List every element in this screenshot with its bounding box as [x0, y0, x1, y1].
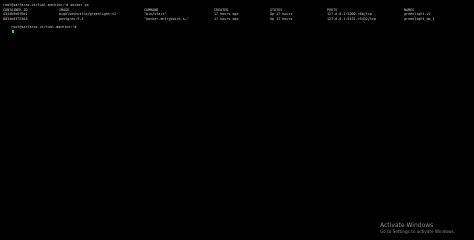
prompt: root@sarfaraz-virtual-machine:~#	[11, 25, 77, 30]
container-created: 17 hours ago	[214, 16, 239, 21]
container-command: "docker-entrypoint.s…"	[144, 16, 189, 21]
container-name: greenlight_db_1	[404, 16, 435, 21]
container-ports: 127.0.0.1:5432->5432/tcp	[327, 16, 376, 21]
watermark-subtitle: Go to Settings to activate Windows.	[380, 229, 456, 234]
watermark-title: Activate Windows	[380, 222, 434, 229]
container-status: Up 17 hours	[270, 16, 293, 21]
terminal-window[interactable]: root@sarfaraz-virtual-machine:~# docker …	[0, 0, 474, 240]
activation-watermark: Activate Windows Go to Settings to activ…	[380, 222, 455, 235]
prompt-line[interactable]: root@sarfaraz-virtual-machine:~#	[3, 21, 77, 38]
cursor-icon	[11, 29, 14, 34]
